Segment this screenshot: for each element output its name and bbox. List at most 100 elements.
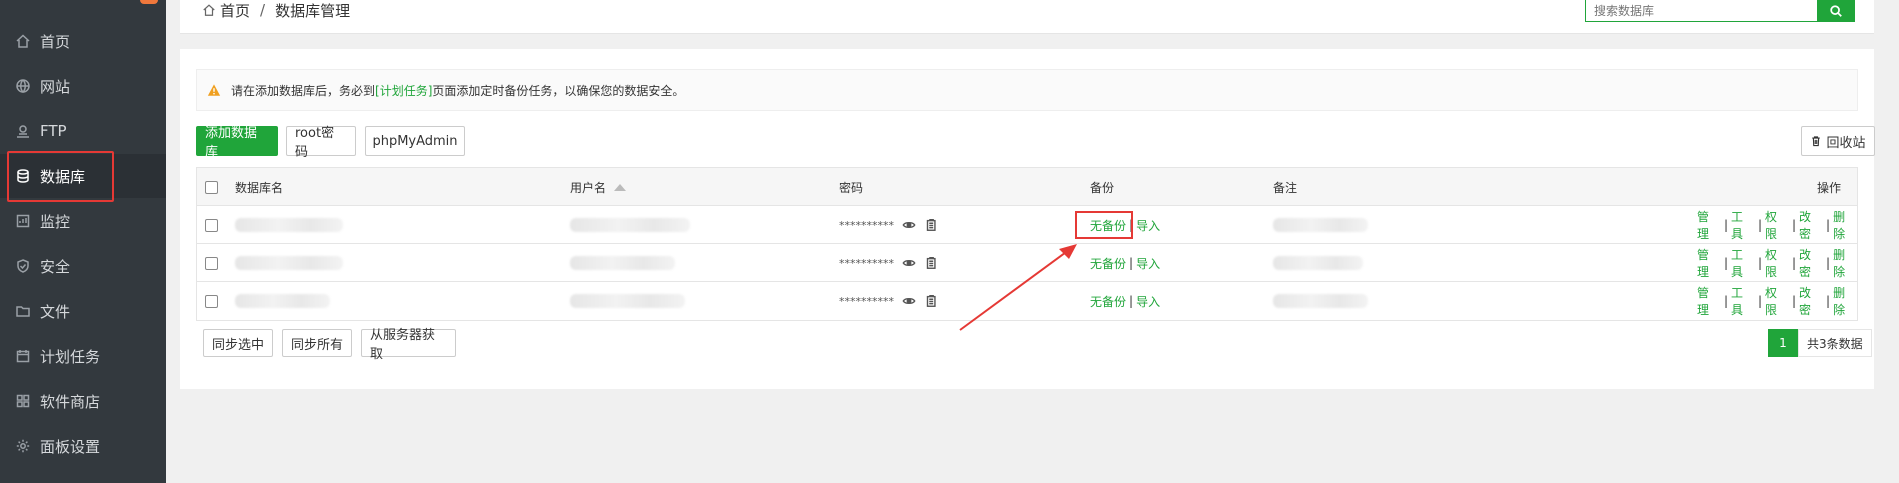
- sync-selected-button[interactable]: 同步选中: [203, 329, 273, 357]
- no-backup-link[interactable]: 无备份: [1090, 217, 1126, 234]
- sync-all-button[interactable]: 同步所有: [282, 329, 352, 357]
- sidebar-item-label: 监控: [40, 212, 71, 231]
- manage-link[interactable]: 管理: [1697, 246, 1721, 280]
- note-redacted: [1273, 294, 1368, 308]
- permissions-link[interactable]: 权限: [1765, 208, 1789, 242]
- import-link[interactable]: 导入: [1136, 293, 1160, 310]
- change-password-link[interactable]: 改密: [1799, 284, 1823, 318]
- header-user-label: 用户名: [570, 180, 607, 195]
- sidebar-item-monitor[interactable]: 监控: [0, 199, 166, 243]
- row-checkbox[interactable]: [205, 294, 218, 308]
- sidebar-item-label: 数据库: [40, 167, 86, 186]
- db-name-redacted: [235, 294, 330, 308]
- sidebar-item-label: 文件: [40, 302, 71, 321]
- note-redacted: [1273, 256, 1363, 270]
- main-panel: 请在添加数据库后，务必到 [计划任务] 页面添加定时备份任务，以确保您的数据安全…: [180, 49, 1875, 389]
- globe-icon: [12, 75, 34, 97]
- search-button[interactable]: [1817, 0, 1855, 22]
- eye-icon[interactable]: [902, 218, 916, 232]
- tools-link[interactable]: 工具: [1731, 284, 1755, 318]
- table-header: 数据库名 用户名 密码 备份 备注 操作: [197, 168, 1857, 206]
- sidebar-item-files[interactable]: 文件: [0, 289, 166, 333]
- sidebar-item-database[interactable]: 数据库: [0, 154, 166, 198]
- breadcrumb: 首页 / 数据库管理: [202, 0, 350, 20]
- header-backup: 备份: [1090, 180, 1115, 195]
- notice-text-after: 页面添加定时备份任务，以确保您的数据安全。: [432, 83, 685, 98]
- notification-badge: [140, 0, 158, 4]
- eye-icon[interactable]: [902, 294, 916, 308]
- root-password-button[interactable]: root密码: [286, 126, 356, 160]
- sidebar-item-store[interactable]: 软件商店: [0, 379, 166, 423]
- sidebar-item-security[interactable]: 安全: [0, 244, 166, 288]
- tools-link[interactable]: 工具: [1731, 208, 1755, 242]
- change-password-link[interactable]: 改密: [1799, 208, 1823, 242]
- recycle-bin-button[interactable]: 回收站: [1801, 126, 1875, 156]
- page-number-current[interactable]: 1: [1768, 329, 1798, 357]
- sidebar-item-cron[interactable]: 计划任务: [0, 334, 166, 378]
- import-link[interactable]: 导入: [1136, 217, 1160, 234]
- password-masked: **********: [839, 256, 894, 270]
- search-bar: [1585, 0, 1855, 22]
- breadcrumb-current: 数据库管理: [275, 1, 351, 20]
- manage-link[interactable]: 管理: [1697, 208, 1721, 242]
- sidebar-item-settings[interactable]: 面板设置: [0, 424, 166, 468]
- password-masked: **********: [839, 294, 894, 308]
- sidebar-item-ftp[interactable]: FTP: [0, 109, 166, 153]
- delete-link[interactable]: 删除: [1833, 284, 1857, 318]
- search-icon: [1830, 5, 1843, 17]
- notice-bar: 请在添加数据库后，务必到 [计划任务] 页面添加定时备份任务，以确保您的数据安全…: [196, 69, 1858, 111]
- db-name-redacted: [235, 256, 343, 270]
- home-icon: [203, 4, 215, 16]
- phpmyadmin-button[interactable]: phpMyAdmin: [365, 126, 465, 156]
- breadcrumb-home[interactable]: 首页: [220, 0, 250, 21]
- permissions-link[interactable]: 权限: [1765, 284, 1789, 318]
- username-redacted: [570, 294, 685, 308]
- fetch-from-server-button[interactable]: 从服务器获取: [361, 328, 456, 362]
- delete-link[interactable]: 删除: [1833, 208, 1857, 242]
- top-header: 首页 / 数据库管理: [180, 0, 1874, 34]
- sidebar-item-label: 面板设置: [40, 437, 101, 456]
- folder-icon: [12, 300, 34, 322]
- search-input[interactable]: [1585, 0, 1818, 22]
- notice-cron-link[interactable]: [计划任务]: [375, 82, 432, 99]
- sort-asc-icon[interactable]: [614, 183, 627, 191]
- row-checkbox[interactable]: [205, 218, 218, 232]
- permissions-link[interactable]: 权限: [1765, 246, 1789, 280]
- import-link[interactable]: 导入: [1136, 255, 1160, 272]
- database-table: 数据库名 用户名 密码 备份 备注 操作 ********** 无备份 | 导入…: [196, 167, 1858, 321]
- recycle-bin-label: 回收站: [1826, 135, 1866, 151]
- delete-link[interactable]: 删除: [1833, 246, 1857, 280]
- header-name: 数据库名: [235, 180, 284, 195]
- sidebar: 首页 网站 FTP 数据库 监控 安全 文件 计划任务 软件商店 面板设置: [0, 0, 166, 483]
- home-icon: [12, 30, 34, 52]
- no-backup-link[interactable]: 无备份: [1090, 293, 1126, 310]
- copy-icon[interactable]: [924, 294, 938, 308]
- sidebar-item-label: 安全: [40, 257, 71, 276]
- no-backup-link[interactable]: 无备份: [1090, 255, 1126, 272]
- sidebar-item-website[interactable]: 网站: [0, 64, 166, 108]
- header-note: 备注: [1273, 180, 1298, 195]
- db-name-redacted: [235, 218, 343, 232]
- add-database-button[interactable]: 添加数据库: [196, 126, 278, 160]
- change-password-link[interactable]: 改密: [1799, 246, 1823, 280]
- copy-icon[interactable]: [924, 256, 938, 270]
- note-redacted: [1273, 218, 1368, 232]
- pagination: 1 共3条数据: [1768, 329, 1872, 357]
- monitor-icon: [12, 210, 34, 232]
- copy-icon[interactable]: [924, 218, 938, 232]
- header-user[interactable]: 用户名: [570, 168, 627, 206]
- sidebar-item-home[interactable]: 首页: [0, 19, 166, 63]
- select-all-checkbox[interactable]: [205, 180, 218, 194]
- header-actions: 操作: [1817, 180, 1842, 195]
- sidebar-item-label: 计划任务: [40, 347, 101, 366]
- username-redacted: [570, 256, 675, 270]
- gear-icon: [12, 435, 34, 457]
- eye-icon[interactable]: [902, 256, 916, 270]
- tools-link[interactable]: 工具: [1731, 246, 1755, 280]
- row-checkbox[interactable]: [205, 256, 218, 270]
- username-redacted: [570, 218, 690, 232]
- trash-icon: [1812, 136, 1821, 147]
- sidebar-item-label: 软件商店: [40, 392, 101, 411]
- manage-link[interactable]: 管理: [1697, 284, 1721, 318]
- breadcrumb-separator: /: [260, 1, 266, 19]
